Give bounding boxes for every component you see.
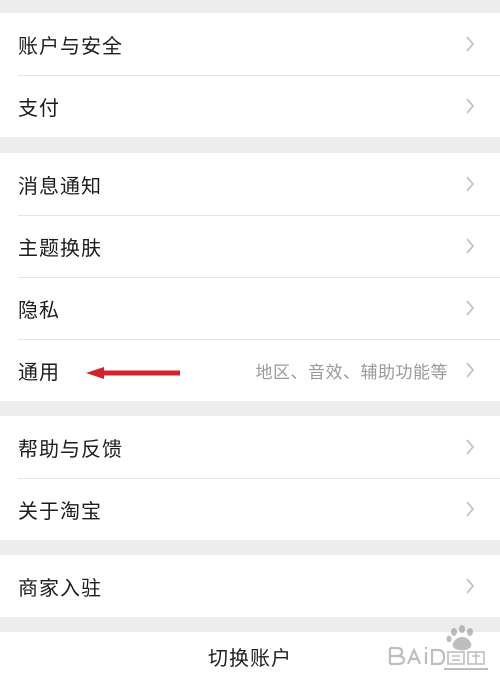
settings-item-label: 账户与安全 <box>18 33 123 58</box>
settings-item-label: 主题换肤 <box>18 235 102 260</box>
settings-item-label: 隐私 <box>18 297 60 322</box>
red-arrow-left-icon <box>86 367 180 379</box>
chevron-right-icon <box>462 578 478 594</box>
chevron-right-icon <box>462 362 478 378</box>
settings-group-merchant: 商家入驻 <box>0 555 500 617</box>
settings-item-label: 商家入驻 <box>18 575 102 600</box>
settings-item-account-security[interactable]: 账户与安全 <box>0 13 500 75</box>
settings-item-label: 通用 <box>18 359 60 384</box>
chevron-right-icon <box>462 36 478 52</box>
settings-item-label: 支付 <box>18 95 60 120</box>
settings-item-label: 关于淘宝 <box>18 498 102 523</box>
chevron-right-icon <box>462 176 478 192</box>
baidu-watermark-logo <box>388 625 488 670</box>
settings-item-general[interactable]: 通用 地区、音效、辅助功能等 <box>0 339 500 401</box>
switch-account-label: 切换账户 <box>208 645 292 670</box>
settings-item-hint: 地区、音效、辅助功能等 <box>255 362 448 383</box>
settings-item-privacy[interactable]: 隐私 <box>0 277 500 339</box>
settings-group-help: 帮助与反馈 关于淘宝 <box>0 416 500 540</box>
settings-item-notifications[interactable]: 消息通知 <box>0 153 500 215</box>
settings-group-account: 账户与安全 支付 <box>0 13 500 137</box>
settings-group-preferences: 消息通知 主题换肤 隐私 通用 地区、音效、辅助功能等 <box>0 153 500 401</box>
chevron-right-icon <box>462 501 478 517</box>
settings-item-about-taobao[interactable]: 关于淘宝 <box>0 478 500 540</box>
chevron-right-icon <box>462 98 478 114</box>
settings-item-label: 帮助与反馈 <box>18 436 123 461</box>
settings-item-merchant-join[interactable]: 商家入驻 <box>0 555 500 617</box>
settings-item-payment[interactable]: 支付 <box>0 75 500 137</box>
settings-item-theme[interactable]: 主题换肤 <box>0 215 500 277</box>
chevron-right-icon <box>462 439 478 455</box>
chevron-right-icon <box>462 238 478 254</box>
settings-item-help-feedback[interactable]: 帮助与反馈 <box>0 416 500 478</box>
chevron-right-icon <box>462 300 478 316</box>
settings-item-label: 消息通知 <box>18 173 102 198</box>
